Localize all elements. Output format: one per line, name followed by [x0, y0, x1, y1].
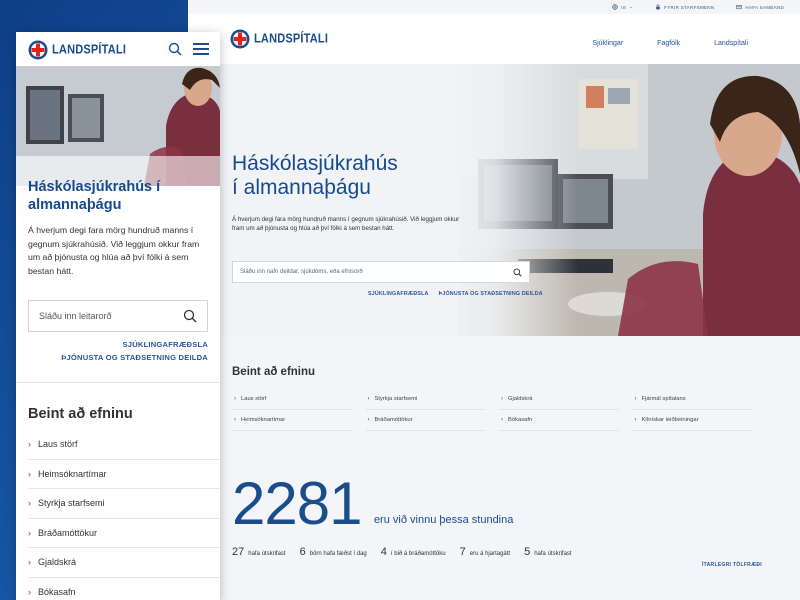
direct-links-list: › Laus störf › Heimsóknartímar › Styrkja st… — [28, 430, 220, 600]
logo-mark-icon — [230, 29, 250, 49]
direct-link-item[interactable]: › Fjármál spítalans — [632, 389, 752, 410]
direct-link-item[interactable]: › Laus störf — [232, 389, 352, 410]
chevron-right-icon: › — [634, 417, 637, 423]
chevron-right-icon: › — [28, 498, 31, 509]
list-item[interactable]: › Laus störf — [28, 430, 220, 460]
list-item[interactable]: › Bókasafn — [28, 578, 220, 600]
services-location-link[interactable]: ÞJÓNUSTA OG STAÐSETNING DEILDA — [439, 291, 543, 297]
chevron-right-icon: › — [28, 586, 31, 597]
direct-links-grid: › Laus störf › Heimsóknartímar › Styrkja st… — [232, 389, 752, 431]
globe-icon — [612, 4, 618, 10]
direct-links-heading: Beint að efninu — [28, 406, 133, 422]
direct-links-section: Beint að efninu › Laus störf › Heimsóknart… — [232, 366, 752, 431]
search-icon[interactable] — [168, 42, 182, 56]
stat-item: 6 börn hafa fæðst í dag — [299, 546, 367, 558]
hero-title: Háskólasjúkrahús í almannaþágu — [28, 179, 161, 213]
site-logo[interactable]: LANDSPÍTALI — [230, 29, 328, 49]
staff-count-label: eru við vinnu þessa stundina — [373, 514, 514, 526]
for-staff-label: FYRIR STARFSMENN — [664, 4, 715, 10]
contact-link[interactable]: HAFA SAMBAND — [736, 4, 784, 10]
search-placeholder: Sláðu inn leitarorð — [39, 311, 112, 321]
direct-link-item[interactable]: › Bókasafn — [499, 410, 619, 431]
logo-mark-icon — [28, 40, 48, 60]
search-icon[interactable] — [183, 309, 197, 323]
for-staff-link[interactable]: FYRIR STARFSMENN — [655, 4, 714, 10]
mail-icon — [736, 5, 743, 10]
direct-link-item[interactable]: › Gjaldskrá — [499, 389, 619, 410]
hero-intro-text: Á hverjum degi fara mörg hundruð manns í… — [28, 225, 200, 276]
logo-text: LANDSPÍTALI — [254, 32, 329, 46]
hero-title: Háskólasjúkrahús í almannaþágu — [232, 152, 398, 199]
nav-item-landspitali[interactable]: Landspítali — [714, 40, 748, 47]
search-input[interactable]: Sláðu inn leitarorð — [28, 300, 208, 332]
search-input[interactable]: Sláðu inn nafn deildar, sjúkdóms, eða ef… — [232, 261, 530, 283]
chevron-right-icon: › — [28, 439, 31, 450]
mobile-header: LANDSPÍTALI — [16, 32, 220, 66]
mobile-hero-illustration — [16, 66, 220, 186]
patient-education-link[interactable]: SJÚKLINGAFRÆÐSLA — [368, 291, 429, 297]
stats-section: 2281 eru við vinnu þessa stundina 27 hafa… — [232, 470, 762, 569]
direct-link-item[interactable]: › Heimsóknartímar — [232, 410, 352, 431]
chevron-right-icon: › — [501, 417, 503, 423]
chevron-right-icon: › — [367, 396, 370, 402]
language-label: IS — [621, 4, 627, 10]
contact-label: HAFA SAMBAND — [745, 4, 784, 10]
hamburger-menu-icon[interactable] — [193, 43, 209, 55]
chevron-right-icon: › — [367, 417, 370, 423]
direct-links-heading: Beint að efninu — [232, 366, 316, 378]
main-nav: Sjúklingar Fagfólk Landspítali — [592, 40, 748, 47]
utility-bar: IS ⌄ FYRIR STARFSMENN HAFA SAMBAND — [188, 0, 800, 14]
language-selector[interactable]: IS ⌄ — [612, 4, 633, 10]
hero-links: SJÚKLINGAFRÆÐSLA ÞJÓNUSTA OG STAÐSETNING… — [368, 291, 543, 297]
patient-education-link[interactable]: SJÚKLINGAFRÆÐSLA — [123, 340, 208, 349]
desktop-view: IS ⌄ FYRIR STARFSMENN HAFA SAMBAND LANDS… — [188, 0, 800, 600]
direct-link-item[interactable]: › Klínískar leiðbeiningar — [632, 410, 752, 431]
list-item[interactable]: › Gjaldskrá — [28, 548, 220, 578]
services-location-link[interactable]: ÞJÓNUSTA OG STAÐSETNING DEILDA — [61, 353, 208, 362]
chevron-right-icon: › — [28, 468, 31, 479]
list-item[interactable]: › Bráðamóttökur — [28, 519, 220, 548]
nav-item-professionals[interactable]: Fagfólk — [657, 40, 680, 47]
stat-item: 4í bið á bráðamóttöku — [380, 546, 446, 558]
direct-link-item[interactable]: › Bráðamóttökur — [365, 410, 485, 431]
chevron-right-icon: › — [28, 527, 31, 538]
stat-item: 7 eru á hjartagátt — [459, 546, 511, 558]
chevron-right-icon: › — [234, 417, 236, 423]
logo-text: LANDSPÍTALI — [52, 43, 127, 57]
mobile-hero-photo — [16, 66, 220, 186]
direct-link-item[interactable]: › Styrkja starfsemi — [365, 389, 485, 410]
hero-intro-text: Á hverjum degi fara mörg hundruð manns í… — [232, 216, 460, 232]
search-icon[interactable] — [513, 267, 522, 277]
divider — [16, 382, 220, 383]
nav-item-patients[interactable]: Sjúklingar — [592, 40, 623, 47]
more-statistics-link[interactable]: ÍTARLEGRI TÖLFRÆÐI — [702, 562, 762, 568]
chevron-right-icon: › — [28, 557, 31, 568]
list-item[interactable]: › Styrkja starfsemi — [28, 489, 220, 519]
hero: Háskólasjúkrahús í almannaþágu Á hverjum… — [188, 64, 800, 336]
search-placeholder: Sláðu inn nafn deildar, sjúkdóms, eða ef… — [240, 269, 363, 275]
chevron-right-icon: › — [234, 396, 236, 402]
lock-icon — [656, 4, 660, 10]
site-logo[interactable]: LANDSPÍTALI — [28, 40, 126, 60]
stats-row: 27 hafa útskrifast 6 börn hafa fæðst í dag… — [232, 546, 762, 558]
chevron-down-icon: ⌄ — [629, 4, 634, 9]
mobile-view: LANDSPÍTALI Háskólasjúkrahús í almannaþá… — [16, 32, 220, 600]
chevron-right-icon: › — [501, 396, 503, 402]
staff-count: 2281 eru við vinnu þessa stundina — [232, 470, 762, 537]
staff-count-number: 2281 — [232, 470, 362, 537]
stat-item: 27 hafa útskrifast — [232, 546, 286, 558]
list-item[interactable]: › Heimsóknartímar — [28, 460, 220, 489]
site-header: LANDSPÍTALI Sjúklingar Fagfólk Landspíta… — [188, 14, 800, 64]
chevron-right-icon: › — [634, 396, 637, 402]
stat-item: 5 hafa útskrifast — [524, 546, 572, 558]
